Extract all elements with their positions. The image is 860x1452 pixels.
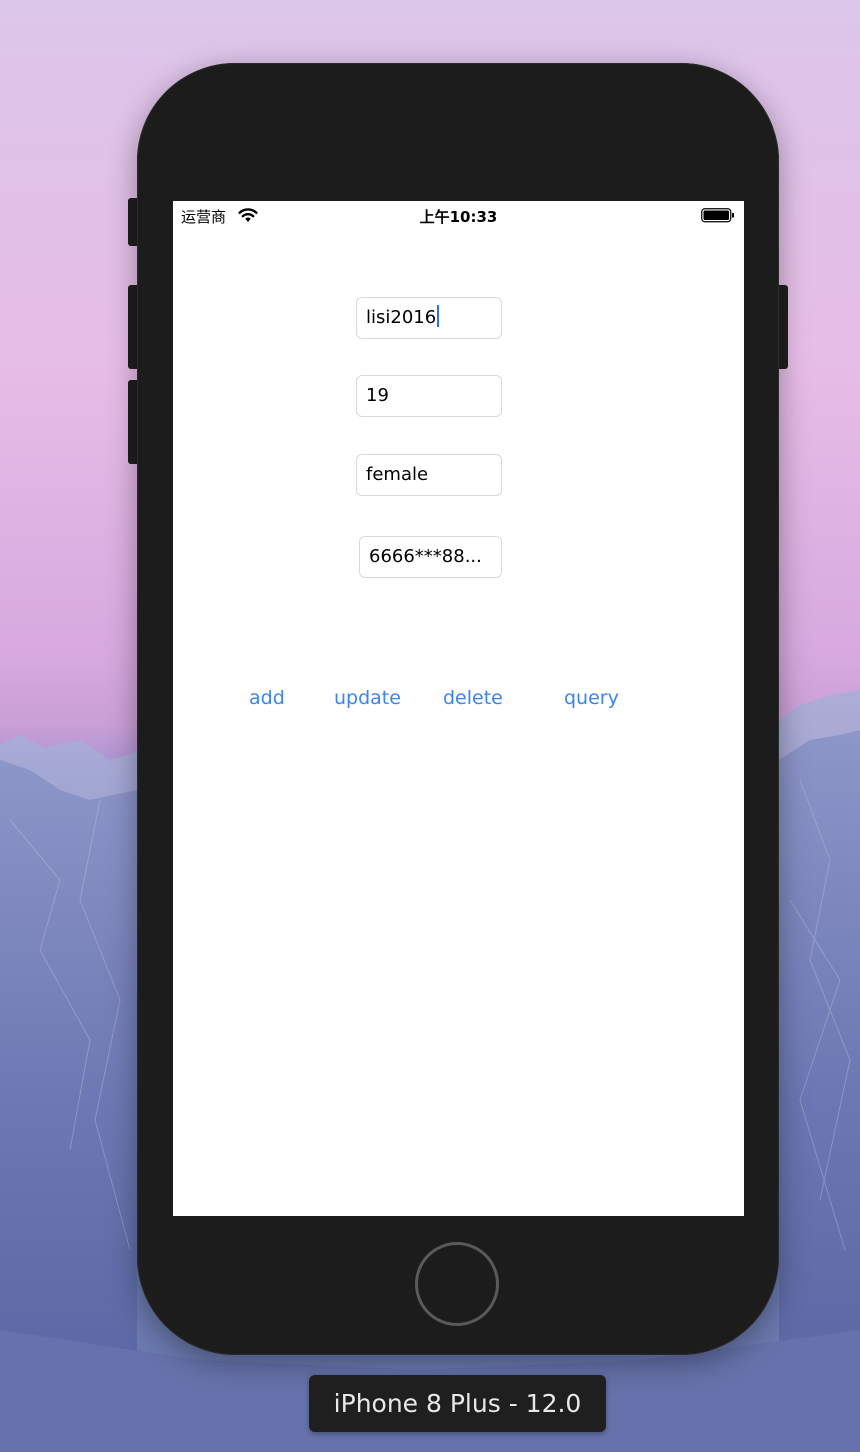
name-field[interactable]: lisi2016 [356, 297, 502, 339]
age-field[interactable]: 19 [356, 375, 502, 417]
simulator-device-label: iPhone 8 Plus - 12.0 [309, 1375, 606, 1432]
app-screen: 运营商 上午10:33 lisi2016 19 female 6666***88… [173, 201, 744, 1216]
phone-field-value: 6666***88... [369, 546, 482, 567]
age-field-value: 19 [366, 385, 389, 406]
add-button[interactable]: add [249, 684, 285, 712]
status-bar: 运营商 上午10:33 [173, 201, 744, 231]
update-button[interactable]: update [334, 684, 401, 712]
status-time: 上午10:33 [419, 208, 498, 226]
name-field-value: lisi2016 [366, 307, 437, 328]
gender-field-value: female [366, 464, 429, 485]
home-button[interactable] [415, 1242, 499, 1326]
gender-field[interactable]: female [356, 454, 502, 496]
text-cursor [437, 305, 440, 327]
delete-button[interactable]: delete [443, 684, 503, 712]
battery-icon [701, 208, 734, 223]
phone-field[interactable]: 6666***88... [359, 536, 502, 578]
query-button[interactable]: query [564, 684, 619, 712]
